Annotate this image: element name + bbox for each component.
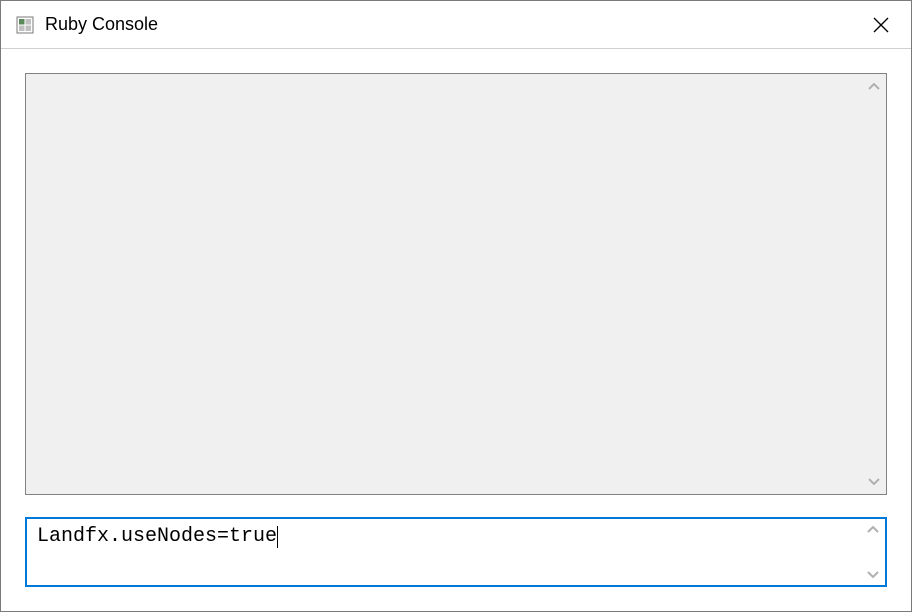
input-textarea[interactable]: Landfx.useNodes=true — [25, 517, 887, 587]
window-title: Ruby Console — [45, 14, 158, 35]
close-button[interactable] — [851, 1, 911, 48]
input-value: Landfx.useNodes=true — [37, 525, 277, 548]
text-caret — [277, 526, 278, 548]
output-textarea[interactable] — [25, 73, 887, 495]
app-icon — [15, 15, 35, 35]
output-content — [34, 80, 860, 488]
scroll-up-icon[interactable] — [868, 81, 880, 93]
scroll-down-icon[interactable] — [867, 568, 879, 580]
titlebar: Ruby Console — [1, 1, 911, 49]
input-scrollbar[interactable] — [862, 520, 884, 584]
content-area: Landfx.useNodes=true — [1, 49, 911, 611]
input-content: Landfx.useNodes=true — [37, 525, 859, 579]
close-icon — [873, 17, 889, 33]
scroll-down-icon[interactable] — [868, 475, 880, 487]
scroll-up-icon[interactable] — [867, 524, 879, 536]
output-scrollbar[interactable] — [863, 75, 885, 493]
